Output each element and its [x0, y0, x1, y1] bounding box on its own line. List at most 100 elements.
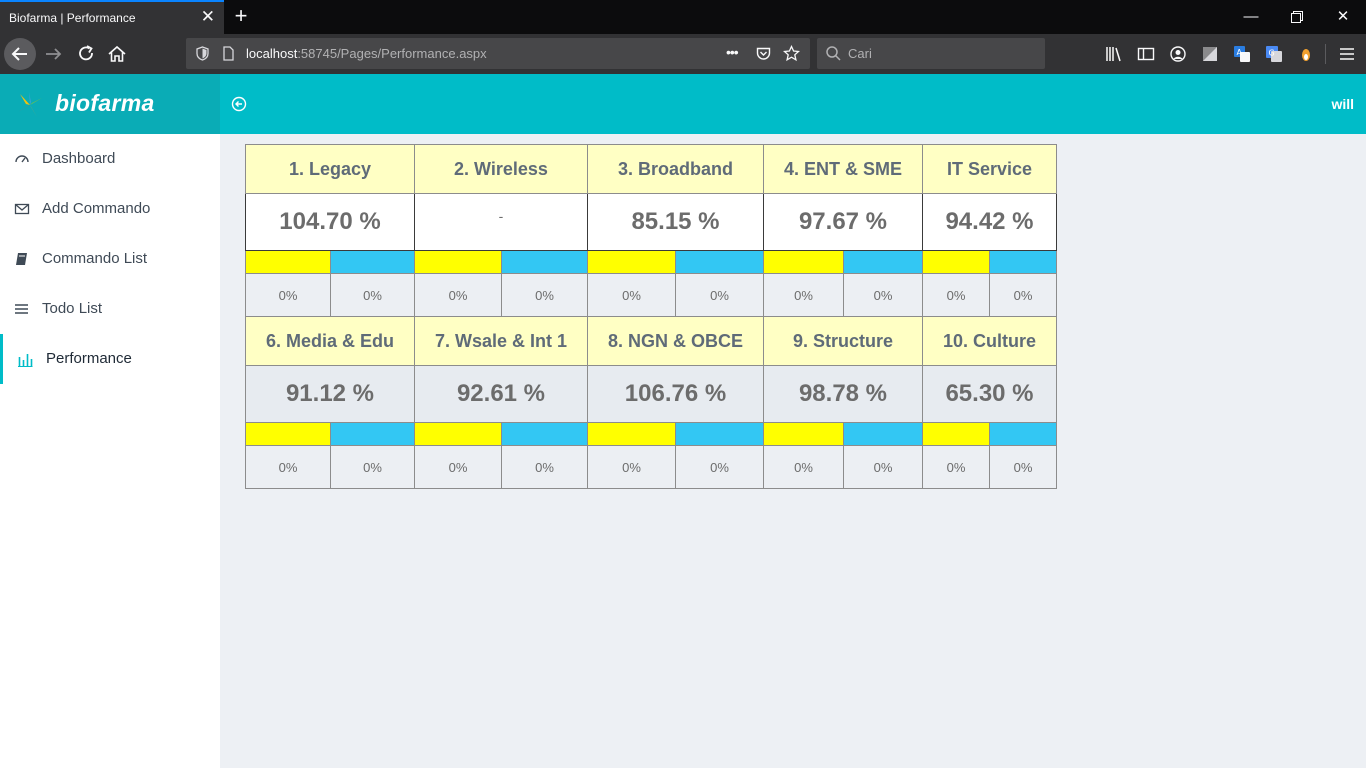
bookmark-star-icon[interactable] — [783, 45, 800, 62]
reload-icon[interactable] — [73, 41, 99, 67]
percent-cell: 0% — [989, 445, 1057, 489]
percent-cell: 0% — [763, 273, 844, 317]
sidebar-item-performance[interactable]: Performance — [0, 334, 220, 384]
search-bar[interactable]: Cari — [817, 38, 1045, 69]
tab-close-icon[interactable]: ✕ — [201, 8, 215, 25]
blue-indicator — [989, 250, 1057, 274]
blue-indicator — [843, 250, 923, 274]
sidebar-item-commando-list[interactable]: Commando List — [0, 234, 220, 284]
sidebar-collapse-arrow-icon[interactable] — [230, 95, 248, 113]
percent-cell: 0% — [922, 445, 990, 489]
yellow-indicator — [922, 250, 990, 274]
percent-cell: 0% — [763, 445, 844, 489]
sidebar-item-todo-list[interactable]: Todo List — [0, 284, 220, 334]
yellow-indicator — [763, 422, 844, 446]
tracking-shield-icon[interactable] — [194, 45, 211, 62]
tab-title: Biofarma | Performance — [9, 11, 136, 25]
category-title-row: 1. Legacy 2. Wireless 3. Broadband 4. EN… — [245, 144, 1057, 194]
window-restore-icon[interactable] — [1274, 0, 1320, 34]
performance-value: 104.70 % — [245, 193, 415, 251]
yellow-indicator — [587, 422, 676, 446]
percent-cell: 0% — [501, 445, 588, 489]
percent-cell: 0% — [675, 273, 764, 317]
home-icon[interactable] — [104, 41, 130, 67]
bar-chart-icon — [18, 354, 33, 367]
logo-area[interactable]: biofarma — [0, 74, 220, 134]
page-actions-more-icon[interactable]: ••• — [726, 44, 739, 60]
category-title[interactable]: 3. Broadband — [587, 144, 764, 194]
browser-tab-active[interactable]: Biofarma | Performance ✕ — [0, 0, 224, 34]
sidebar-item-dashboard[interactable]: Dashboard — [0, 134, 220, 184]
yellow-indicator — [587, 250, 676, 274]
book-icon — [16, 253, 27, 265]
percent-cell: 0% — [330, 273, 415, 317]
sidebar-toggle-icon[interactable] — [1136, 44, 1156, 64]
pocket-icon[interactable] — [755, 45, 772, 62]
sidebar-item-add-commando[interactable]: Add Commando — [0, 184, 220, 234]
page-info-icon[interactable] — [220, 45, 237, 62]
back-button[interactable] — [4, 38, 36, 70]
performance-value: 92.61 % — [414, 365, 588, 423]
list-icon — [15, 304, 28, 314]
percent-cell: 0% — [587, 445, 676, 489]
percent-cell: 0% — [922, 273, 990, 317]
extension-icon[interactable] — [1200, 44, 1220, 64]
performance-value: 97.67 % — [763, 193, 923, 251]
search-placeholder: Cari — [848, 46, 872, 61]
category-title[interactable]: 9. Structure — [763, 316, 923, 366]
sidebar-item-label: Todo List — [42, 300, 103, 317]
percent-row: 0% 0% 0% 0% 0% 0% 0% 0% 0% 0% — [245, 273, 1057, 317]
indicator-bar-row — [245, 250, 1057, 274]
url-bar[interactable]: localhost:58745/Pages/Performance.aspx •… — [186, 38, 810, 69]
search-icon — [826, 46, 841, 61]
fire-extension-icon[interactable] — [1296, 44, 1316, 64]
category-title[interactable]: 7. Wsale & Int 1 — [414, 316, 588, 366]
percent-cell: 0% — [501, 273, 588, 317]
percent-cell: 0% — [989, 273, 1057, 317]
performance-table: 1. Legacy 2. Wireless 3. Broadband 4. EN… — [245, 144, 1057, 489]
percent-cell: 0% — [245, 445, 331, 489]
category-title[interactable]: 4. ENT & SME — [763, 144, 923, 194]
dashboard-gauge-icon — [15, 155, 29, 163]
library-icon[interactable] — [1104, 44, 1124, 64]
performance-value: - — [414, 193, 588, 251]
sidebar-item-label: Dashboard — [42, 150, 116, 167]
performance-value: 98.78 % — [763, 365, 923, 423]
category-title[interactable]: IT Service — [922, 144, 1057, 194]
performance-value: 85.15 % — [587, 193, 764, 251]
hamburger-menu-icon[interactable] — [1337, 44, 1357, 64]
category-title-row: 6. Media & Edu 7. Wsale & Int 1 8. NGN &… — [245, 316, 1057, 366]
google-translate-icon[interactable]: G — [1264, 44, 1284, 64]
performance-value: 65.30 % — [922, 365, 1057, 423]
svg-text:A: A — [1237, 48, 1243, 57]
category-title[interactable]: 6. Media & Edu — [245, 316, 415, 366]
percent-cell: 0% — [330, 445, 415, 489]
yellow-indicator — [245, 422, 331, 446]
blue-indicator — [675, 422, 764, 446]
blue-indicator — [501, 422, 588, 446]
percent-cell: 0% — [587, 273, 676, 317]
category-title[interactable]: 10. Culture — [922, 316, 1057, 366]
percent-cell: 0% — [675, 445, 764, 489]
toolbar-separator — [1325, 44, 1326, 64]
new-tab-plus-icon[interactable]: + — [230, 3, 252, 29]
forward-arrow-icon[interactable] — [41, 41, 67, 67]
blue-indicator — [843, 422, 923, 446]
window-close-icon[interactable]: ✕ — [1320, 0, 1366, 34]
category-title[interactable]: 2. Wireless — [414, 144, 588, 194]
percent-cell: 0% — [414, 273, 502, 317]
account-icon[interactable] — [1168, 44, 1188, 64]
blue-indicator — [675, 250, 764, 274]
percent-cell: 0% — [843, 445, 923, 489]
percent-row: 0% 0% 0% 0% 0% 0% 0% 0% 0% 0% — [245, 445, 1057, 489]
percent-cell: 0% — [843, 273, 923, 317]
browser-navbar: localhost:58745/Pages/Performance.aspx •… — [0, 34, 1366, 74]
category-title[interactable]: 8. NGN & OBCE — [587, 316, 764, 366]
url-host: localhost — [246, 46, 298, 61]
yellow-indicator — [414, 422, 502, 446]
category-title[interactable]: 1. Legacy — [245, 144, 415, 194]
translate-extension-icon[interactable]: A — [1232, 44, 1252, 64]
user-name[interactable]: will — [1331, 96, 1354, 112]
window-minimize-icon[interactable]: — — [1228, 0, 1274, 34]
yellow-indicator — [763, 250, 844, 274]
